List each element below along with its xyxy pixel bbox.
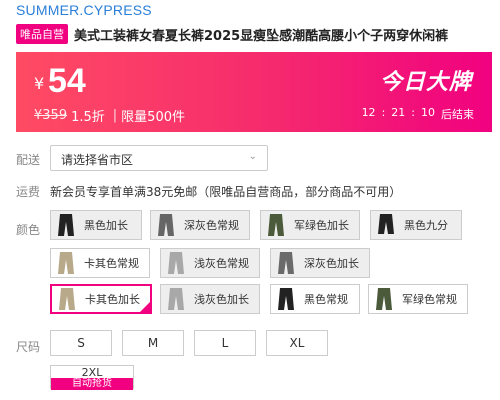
pants-thumbnail <box>274 287 298 311</box>
color-option-selected[interactable]: 卡其色加长 ✓ <box>50 284 152 314</box>
shipping-label: 运费 <box>16 185 41 199</box>
color-option-label: 军绿色加长 <box>294 219 349 232</box>
pants-thumbnail <box>274 251 298 275</box>
countdown-minutes: 21 <box>391 106 406 119</box>
auto-grab-badge: 自动抢货 <box>51 378 133 390</box>
color-option[interactable]: 浅灰色加长 <box>160 284 260 314</box>
color-option-label: 深灰色常规 <box>184 219 239 232</box>
pants-thumbnail <box>154 213 178 237</box>
region-select-value: 请选择省市区 <box>61 153 134 167</box>
color-option-label: 卡其色加长 <box>85 293 140 306</box>
color-option[interactable]: 深灰色常规 <box>150 210 250 240</box>
delivery-label: 配送 <box>16 153 41 167</box>
original-price: ¥359 <box>34 108 68 123</box>
shipping-info: 新会员专享首单满38元免邮（限唯品自营商品，部分商品不可用） <box>50 185 402 199</box>
price-banner: ¥ 54 ¥359 1.5折 | 限量500件 今日大牌 12 : 21 : 1… <box>16 52 492 132</box>
color-option[interactable]: 军绿色常规 <box>368 284 468 314</box>
currency-symbol: ¥ <box>34 74 45 93</box>
color-option[interactable]: 黑色九分 <box>370 210 462 240</box>
size-option-s[interactable]: S <box>50 330 112 356</box>
brand-link[interactable]: SUMMER.CYPRESS <box>16 2 152 18</box>
pants-thumbnail <box>372 287 396 311</box>
countdown-sep: : <box>411 106 415 119</box>
countdown-seconds: 10 <box>421 106 435 119</box>
color-option-label: 浅灰色常规 <box>194 257 249 270</box>
pants-thumbnail <box>374 213 398 237</box>
discount-label: 1.5折 <box>71 110 105 125</box>
sale-price: 54 <box>48 62 86 100</box>
color-option-label: 深灰色加长 <box>304 257 359 270</box>
pants-thumbnail <box>164 287 188 311</box>
color-label: 颜色 <box>16 223 41 237</box>
countdown-sep: : <box>381 106 386 119</box>
pants-thumbnail <box>164 251 188 275</box>
product-title: 美式工装裤女春夏长裤2025显瘦坠感潮酷高腰小个子两穿休闲裤 <box>74 28 449 44</box>
pants-thumbnail <box>264 213 288 237</box>
size-option-2xl[interactable]: 2XL 自动抢货 <box>50 365 134 390</box>
color-option[interactable]: 深灰色加长 <box>270 248 370 278</box>
size-option-l[interactable]: L <box>194 330 256 356</box>
size-label: 尺码 <box>16 340 41 354</box>
price-details: ¥359 1.5折 | 限量500件 <box>34 106 185 125</box>
size-label-text: XL <box>289 336 305 350</box>
color-option-label: 军绿色常规 <box>402 293 457 306</box>
size-label-text: 2XL <box>81 366 103 379</box>
check-icon: ✓ <box>138 300 152 314</box>
color-option-label: 浅灰色加长 <box>194 293 249 306</box>
separator: | <box>112 108 118 123</box>
countdown-timer: 12 : 21 : 10 后结束 <box>362 106 474 122</box>
self-operated-tag: 唯品自营 <box>16 24 68 44</box>
size-label-text: S <box>77 336 85 350</box>
size-option-xl[interactable]: XL <box>266 330 328 356</box>
size-option-m[interactable]: M <box>122 330 184 356</box>
color-option-label: 卡其色常规 <box>84 257 139 270</box>
size-label-text: M <box>147 336 159 350</box>
color-option[interactable]: 军绿色加长 <box>260 210 360 240</box>
limit-label: 限量500件 <box>121 110 185 125</box>
countdown-hours: 12 <box>361 106 376 119</box>
pants-thumbnail <box>55 287 79 311</box>
color-option[interactable]: 卡其色常规 <box>50 248 150 278</box>
region-select[interactable]: 请选择省市区 ⌄ <box>50 145 268 171</box>
color-option[interactable]: 浅灰色常规 <box>160 248 260 278</box>
product-title-row: 唯品自营 美式工装裤女春夏长裤2025显瘦坠感潮酷高腰小个子两穿休闲裤 <box>16 24 496 44</box>
size-label-text: L <box>221 336 229 350</box>
chevron-down-icon: ⌄ <box>248 151 257 162</box>
color-option[interactable]: 黑色常规 <box>270 284 360 314</box>
color-option-label: 黑色常规 <box>304 293 348 306</box>
color-option[interactable]: 黑色加长 <box>50 210 142 240</box>
color-option-label: 黑色九分 <box>404 219 448 232</box>
color-option-label: 黑色加长 <box>84 219 128 232</box>
today-brand-logo: 今日大牌 <box>379 70 472 95</box>
pants-thumbnail <box>54 213 78 237</box>
pants-thumbnail <box>54 251 78 275</box>
countdown-suffix: 后结束 <box>441 108 474 121</box>
